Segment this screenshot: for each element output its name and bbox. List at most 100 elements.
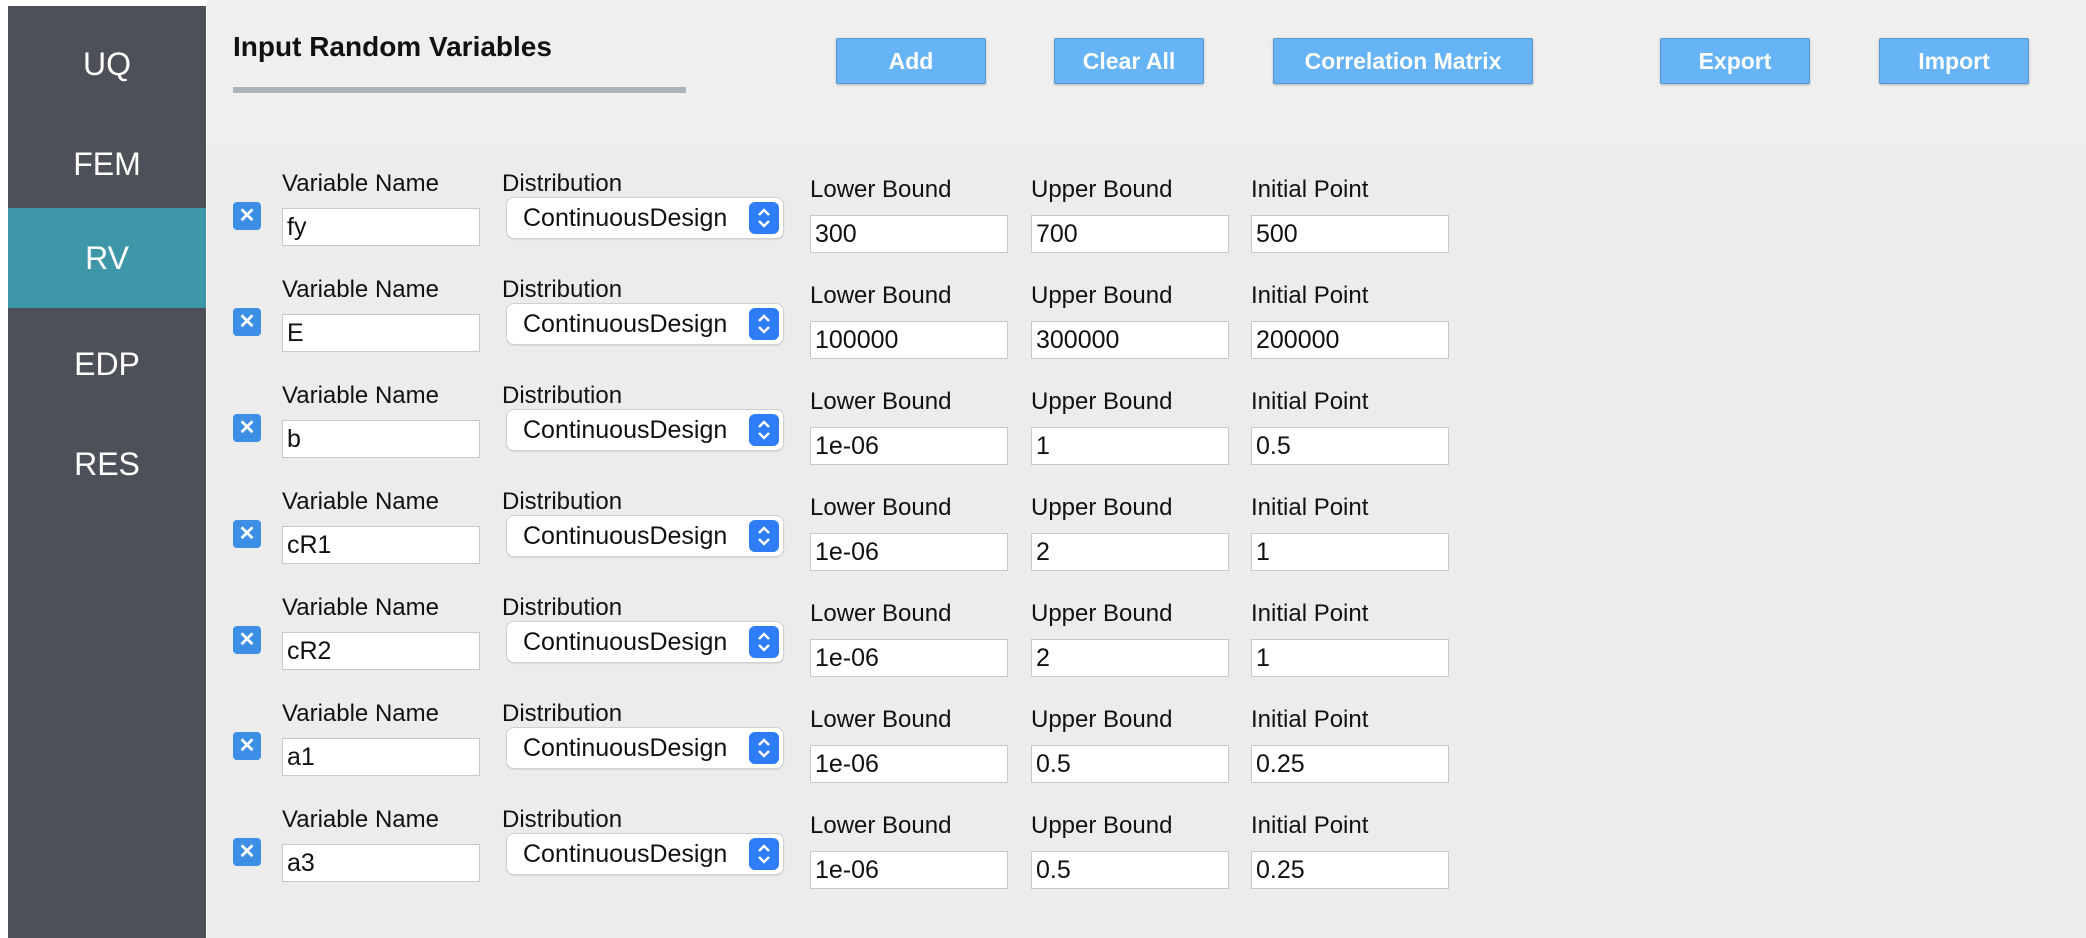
initial-point-input[interactable]: 200000 <box>1251 321 1449 359</box>
correlation-matrix-button[interactable]: Correlation Matrix <box>1273 38 1533 84</box>
chevron-up-down-icon <box>749 308 779 340</box>
distribution-label: Distribution <box>502 170 623 197</box>
distribution-label: Distribution <box>502 806 623 833</box>
remove-checkbox[interactable]: ✕ <box>233 308 261 336</box>
distribution-label: Distribution <box>502 382 623 409</box>
remove-checkbox[interactable]: ✕ <box>233 626 261 654</box>
variable-name-label: Variable Name <box>282 700 439 727</box>
x-icon: ✕ <box>238 629 256 651</box>
chevron-up-down-icon <box>749 732 779 764</box>
distribution-select[interactable]: ContinuousDesign <box>507 834 783 874</box>
distribution-value: ContinuousDesign <box>523 522 728 550</box>
remove-checkbox[interactable]: ✕ <box>233 732 261 760</box>
clear-all-button[interactable]: Clear All <box>1054 38 1204 84</box>
upper-bound-input[interactable]: 1 <box>1031 427 1229 465</box>
sidebar-item-fem[interactable]: FEM <box>8 114 206 214</box>
distribution-value: ContinuousDesign <box>523 734 728 762</box>
lower-bound-input[interactable]: 1e-06 <box>810 533 1008 571</box>
variable-name-input[interactable]: E <box>282 314 480 352</box>
sidebar-item-label: UQ <box>83 45 131 82</box>
variable-row: ✕ Variable Name b Distribution ContinuousDes… <box>207 372 2086 478</box>
export-button[interactable]: Export <box>1660 38 1810 84</box>
distribution-select[interactable]: ContinuousDesign <box>507 516 783 556</box>
lower-bound-label: Lower Bound <box>810 494 952 521</box>
lower-bound-label: Lower Bound <box>810 706 952 733</box>
lower-bound-input[interactable]: 1e-06 <box>810 851 1008 889</box>
chevron-up-down-icon <box>749 414 779 446</box>
main-panel: Input Random Variables Add Clear All Cor… <box>207 0 2086 938</box>
header: Input Random Variables Add Clear All Cor… <box>207 0 2086 145</box>
upper-bound-input[interactable]: 2 <box>1031 533 1229 571</box>
distribution-select[interactable]: ContinuousDesign <box>507 410 783 450</box>
sidebar: UQ FEM RV EDP RES <box>8 6 206 938</box>
distribution-value: ContinuousDesign <box>523 204 728 232</box>
lower-bound-label: Lower Bound <box>810 600 952 627</box>
chevron-up-down-icon <box>749 202 779 234</box>
variable-name-input[interactable]: b <box>282 420 480 458</box>
chevron-up-down-icon <box>749 520 779 552</box>
variable-name-input[interactable]: a1 <box>282 738 480 776</box>
x-icon: ✕ <box>238 735 256 757</box>
lower-bound-input[interactable]: 1e-06 <box>810 745 1008 783</box>
x-icon: ✕ <box>238 523 256 545</box>
sidebar-item-uq[interactable]: UQ <box>8 14 206 114</box>
distribution-select[interactable]: ContinuousDesign <box>507 198 783 238</box>
initial-point-label: Initial Point <box>1251 494 1369 521</box>
initial-point-input[interactable]: 1 <box>1251 639 1449 677</box>
variable-name-input[interactable]: cR1 <box>282 526 480 564</box>
x-icon: ✕ <box>238 841 256 863</box>
lower-bound-input[interactable]: 1e-06 <box>810 639 1008 677</box>
remove-checkbox[interactable]: ✕ <box>233 520 261 548</box>
lower-bound-label: Lower Bound <box>810 388 952 415</box>
upper-bound-input[interactable]: 700 <box>1031 215 1229 253</box>
upper-bound-input[interactable]: 0.5 <box>1031 851 1229 889</box>
remove-checkbox[interactable]: ✕ <box>233 202 261 230</box>
distribution-select[interactable]: ContinuousDesign <box>507 622 783 662</box>
remove-checkbox[interactable]: ✕ <box>233 838 261 866</box>
upper-bound-input[interactable]: 2 <box>1031 639 1229 677</box>
lower-bound-input[interactable]: 1e-06 <box>810 427 1008 465</box>
import-button[interactable]: Import <box>1879 38 2029 84</box>
initial-point-input[interactable]: 1 <box>1251 533 1449 571</box>
sidebar-item-res[interactable]: RES <box>8 414 206 514</box>
sidebar-item-rv[interactable]: RV <box>8 208 206 308</box>
initial-point-label: Initial Point <box>1251 388 1369 415</box>
distribution-value: ContinuousDesign <box>523 840 728 868</box>
distribution-select[interactable]: ContinuousDesign <box>507 304 783 344</box>
distribution-label: Distribution <box>502 488 623 515</box>
variable-name-input[interactable]: fy <box>282 208 480 246</box>
lower-bound-input[interactable]: 300 <box>810 215 1008 253</box>
variable-row: ✕ Variable Name cR2 Distribution ContinuousD… <box>207 584 2086 690</box>
sidebar-item-label: EDP <box>74 345 140 382</box>
remove-checkbox[interactable]: ✕ <box>233 414 261 442</box>
initial-point-input[interactable]: 0.5 <box>1251 427 1449 465</box>
upper-bound-label: Upper Bound <box>1031 600 1173 627</box>
distribution-value: ContinuousDesign <box>523 310 728 338</box>
initial-point-input[interactable]: 0.25 <box>1251 745 1449 783</box>
initial-point-input[interactable]: 0.25 <box>1251 851 1449 889</box>
upper-bound-label: Upper Bound <box>1031 812 1173 839</box>
distribution-label: Distribution <box>502 594 623 621</box>
sidebar-item-edp[interactable]: EDP <box>8 314 206 414</box>
chevron-up-down-icon <box>749 838 779 870</box>
variable-name-input[interactable]: cR2 <box>282 632 480 670</box>
initial-point-label: Initial Point <box>1251 812 1369 839</box>
variable-row: ✕ Variable Name a3 Distribution ContinuousDe… <box>207 796 2086 902</box>
initial-point-label: Initial Point <box>1251 600 1369 627</box>
distribution-label: Distribution <box>502 700 623 727</box>
lower-bound-input[interactable]: 100000 <box>810 321 1008 359</box>
variable-name-label: Variable Name <box>282 806 439 833</box>
x-icon: ✕ <box>238 311 256 333</box>
variable-name-input[interactable]: a3 <box>282 844 480 882</box>
page-title: Input Random Variables <box>233 31 552 62</box>
initial-point-input[interactable]: 500 <box>1251 215 1449 253</box>
upper-bound-input[interactable]: 300000 <box>1031 321 1229 359</box>
variable-name-label: Variable Name <box>282 594 439 621</box>
lower-bound-label: Lower Bound <box>810 812 952 839</box>
initial-point-label: Initial Point <box>1251 282 1369 309</box>
distribution-label: Distribution <box>502 276 623 303</box>
initial-point-label: Initial Point <box>1251 176 1369 203</box>
upper-bound-input[interactable]: 0.5 <box>1031 745 1229 783</box>
distribution-select[interactable]: ContinuousDesign <box>507 728 783 768</box>
add-button[interactable]: Add <box>836 38 986 84</box>
